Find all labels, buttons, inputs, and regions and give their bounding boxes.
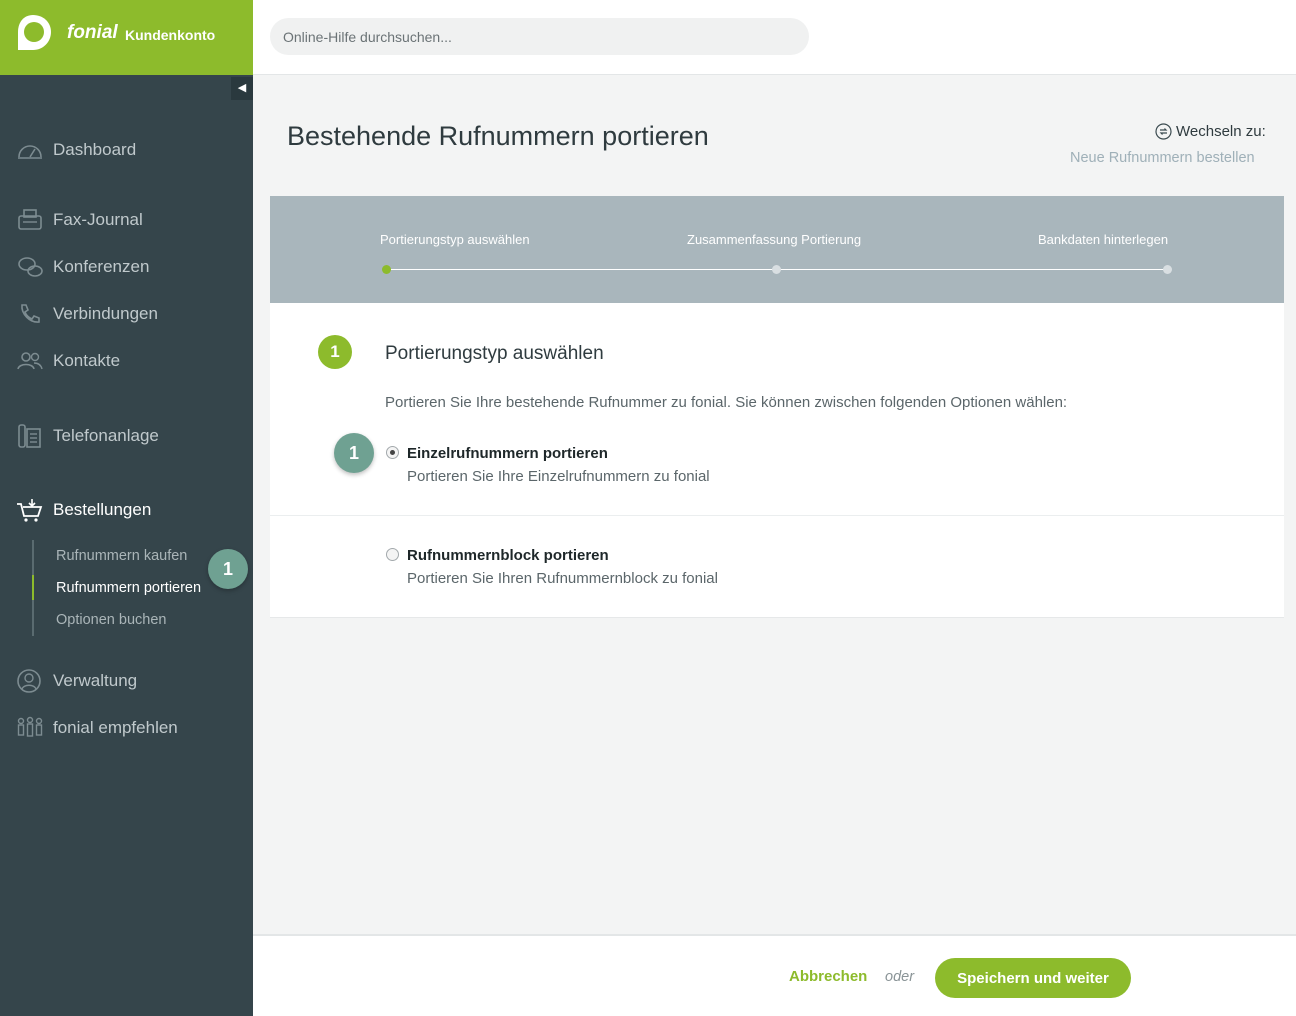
option-title-einzelrufnummern[interactable]: Einzelrufnummern portieren <box>407 445 608 462</box>
sidebar-item-label: Dashboard <box>53 140 137 159</box>
user-icon <box>17 669 41 693</box>
sidebar-item-bestellungen[interactable]: Bestellungen <box>0 492 253 528</box>
radio-einzelrufnummern[interactable] <box>386 446 399 459</box>
page-title: Bestehende Rufnummern portieren <box>287 121 709 151</box>
sidebar-item-telefonanlage[interactable]: Telefonanlage <box>0 418 253 454</box>
radio-rufnummernblock[interactable] <box>386 548 399 561</box>
subnav-line <box>32 540 34 636</box>
sidebar-item-fax-journal[interactable]: Fax-Journal <box>0 202 253 238</box>
collapse-sidebar-button[interactable]: ◀ <box>231 77 253 100</box>
fonial-logo-icon <box>18 15 51 50</box>
conference-icon <box>18 257 43 277</box>
search-input[interactable] <box>270 18 809 55</box>
sidebar: fonial Kundenkonto ◀ Dashboard Fax-Journ… <box>0 0 253 1016</box>
step-label-3: Bankdaten hinterlegen <box>1038 232 1169 247</box>
sidebar-item-fonial-empfehlen[interactable]: fonial empfehlen <box>0 710 253 746</box>
sidebar-item-label: Konferenzen <box>53 257 150 276</box>
sidebar-item-label: Fax-Journal <box>53 210 143 229</box>
or-text: oder <box>885 969 915 985</box>
option-badge: 1 <box>334 433 374 473</box>
sidebar-item-kontakte[interactable]: Kontakte <box>0 343 253 379</box>
switch-icon <box>1155 123 1172 140</box>
sidebar-item-label: Telefonanlage <box>53 426 159 445</box>
phone-icon <box>21 304 40 323</box>
sidebar-sub-item-optionen-buchen[interactable]: Optionen buchen <box>56 612 166 628</box>
option-desc-einzelrufnummern: Portieren Sie Ihre Einzelrufnummern zu f… <box>407 468 710 485</box>
step-label-1: Portierungstyp auswählen <box>380 232 530 247</box>
sidebar-sub-item-rufnummern-kaufen[interactable]: Rufnummern kaufen <box>56 548 187 564</box>
brand-subtitle: Kundenkonto <box>125 27 216 43</box>
subnav-active-marker <box>32 575 34 600</box>
porting-type-card: 1 Portierungstyp auswählen Portieren Sie… <box>270 303 1284 618</box>
sidebar-item-label: Verbindungen <box>53 304 158 323</box>
card-description: Portieren Sie Ihre bestehende Rufnummer … <box>385 394 1068 411</box>
step-badge: 1 <box>208 549 248 589</box>
footer-bar: Abbrechen oder Speichern und weiter <box>253 934 1296 1016</box>
switch-label: Wechseln zu: <box>1155 123 1266 140</box>
step-dot-2 <box>772 265 781 274</box>
step-dot-3 <box>1163 265 1172 274</box>
step-label-2: Zusammenfassung Portierung <box>687 232 862 247</box>
divider <box>270 515 1284 516</box>
sidebar-item-label: fonial empfehlen <box>53 718 178 737</box>
switch-link[interactable]: Neue Rufnummern bestellen <box>1070 150 1255 166</box>
people-icon <box>17 716 43 737</box>
switch-label-text: Wechseln zu: <box>1176 123 1266 140</box>
sidebar-sub-item-rufnummern-portieren[interactable]: Rufnummern portieren <box>56 580 201 596</box>
sidebar-item-verwaltung[interactable]: Verwaltung <box>0 663 253 699</box>
gauge-icon <box>18 145 42 159</box>
sidebar-item-label: Bestellungen <box>53 500 152 519</box>
fax-icon <box>18 209 42 230</box>
sidebar-item-konferenzen[interactable]: Konferenzen <box>0 249 253 285</box>
option-desc-rufnummernblock: Portieren Sie Ihren Rufnummernblock zu f… <box>407 570 718 587</box>
brand-name: fonial <box>67 22 118 43</box>
sidebar-item-label: Kontakte <box>53 351 121 370</box>
option-title-rufnummernblock[interactable]: Rufnummernblock portieren <box>407 547 609 564</box>
sidebar-item-label: Verwaltung <box>53 671 138 690</box>
step-dot-1 <box>382 265 391 274</box>
progress-stepper: Portierungstyp auswählen Zusammenfassung… <box>270 196 1284 303</box>
save-and-continue-button[interactable]: Speichern und weiter <box>935 958 1131 998</box>
cancel-link[interactable]: Abbrechen <box>789 968 867 985</box>
brand-header[interactable]: fonial Kundenkonto <box>0 0 253 75</box>
top-bar <box>253 0 1296 75</box>
sidebar-item-dashboard[interactable]: Dashboard <box>0 132 253 168</box>
step-number: 1 <box>318 335 352 369</box>
cart-icon <box>17 499 43 522</box>
sidebar-item-verbindungen[interactable]: Verbindungen <box>0 296 253 332</box>
card-title: Portierungstyp auswählen <box>385 343 604 364</box>
pbx-icon <box>18 424 41 448</box>
contacts-icon <box>17 352 43 370</box>
